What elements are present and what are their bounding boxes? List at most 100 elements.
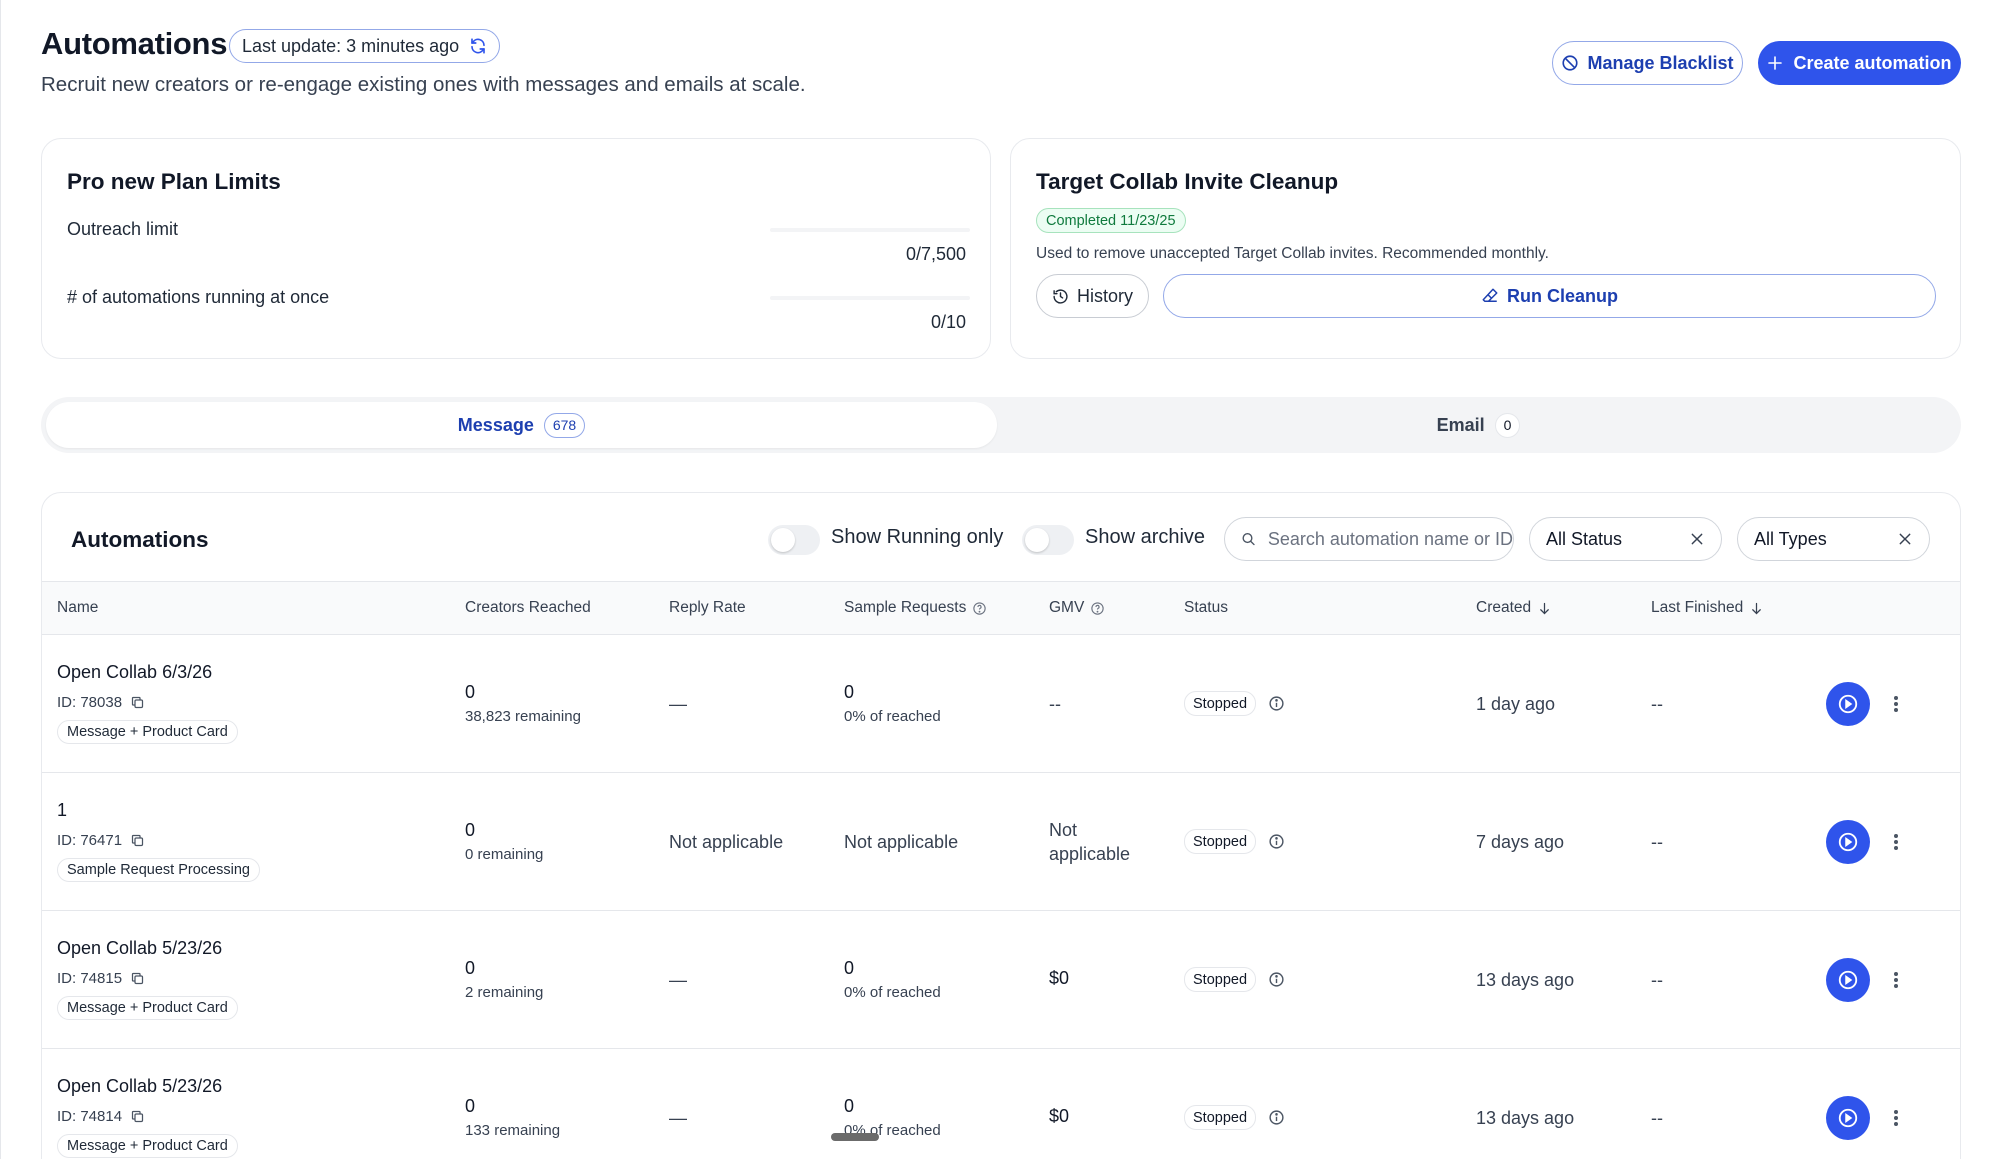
start-automation-button[interactable]	[1826, 958, 1870, 1002]
gmv-value-line1: Not	[1049, 820, 1078, 840]
type-filter-select[interactable]: All Types	[1737, 517, 1930, 561]
last-finished-value: --	[1651, 832, 1663, 852]
creators-reached-value: 0	[465, 682, 476, 702]
start-automation-button[interactable]	[1826, 1096, 1870, 1140]
automations-page: Automations Last update: 3 minutes ago R…	[0, 0, 2000, 1159]
close-icon[interactable]	[1689, 531, 1705, 547]
col-name-label: Name	[57, 599, 99, 616]
copy-icon[interactable]	[130, 1109, 145, 1124]
table-row[interactable]: Open Collab 5/23/26 ID: 74815 Message + …	[42, 911, 1960, 1049]
col-creators-reached: Creators Reached	[465, 599, 591, 617]
show-archive-toggle[interactable]	[1022, 525, 1074, 555]
show-running-toggle[interactable]	[768, 525, 820, 555]
ban-icon	[1562, 55, 1579, 71]
status-badge: Stopped	[1184, 691, 1257, 716]
info-icon[interactable]	[1268, 695, 1285, 712]
copy-icon[interactable]	[130, 833, 145, 848]
cleanup-card: Target Collab Invite Cleanup Completed 1…	[1010, 138, 1961, 359]
col-status-label: Status	[1184, 599, 1228, 616]
search-icon	[1242, 533, 1255, 546]
tab-message[interactable]: Message 678	[46, 402, 997, 448]
show-archive-label: Show archive	[1085, 526, 1206, 548]
more-options-icon[interactable]	[1891, 831, 1901, 853]
last-update-text: Last update: 3 minutes ago	[242, 35, 460, 56]
automation-name[interactable]: Open Collab 5/23/26	[57, 938, 222, 959]
show-running-label: Show Running only	[831, 526, 1004, 548]
search-placeholder: Search automation name or ID	[1267, 528, 1513, 549]
more-options-icon[interactable]	[1891, 1107, 1901, 1129]
col-name: Name	[57, 599, 98, 617]
automation-type-tag: Message + Product Card	[57, 720, 238, 744]
outreach-limit-label: Outreach limit	[67, 219, 179, 239]
automation-id-text: ID: 78038	[57, 694, 123, 711]
more-options-icon[interactable]	[1891, 693, 1901, 715]
plan-limits-title: Pro new Plan Limits	[67, 169, 281, 194]
col-gmv-label: GMV	[1049, 599, 1085, 616]
col-samples-label: Sample Requests	[844, 599, 967, 616]
info-icon[interactable]	[1268, 1109, 1285, 1126]
help-icon[interactable]	[1090, 601, 1105, 616]
automation-id-text: ID: 74814	[57, 1108, 123, 1125]
tab-email[interactable]: Email 0	[1001, 402, 1956, 448]
close-icon[interactable]	[1897, 531, 1913, 547]
play-circle-icon	[1838, 832, 1858, 852]
automation-name[interactable]: Open Collab 5/23/26	[57, 1076, 222, 1097]
sort-down-icon[interactable]	[1749, 601, 1764, 616]
table-title: Automations	[71, 527, 209, 552]
outreach-limit-bar	[770, 228, 970, 232]
info-icon[interactable]	[1268, 833, 1285, 850]
play-circle-icon	[1838, 1108, 1858, 1128]
play-circle-icon	[1838, 694, 1858, 714]
automation-type-tag: Message + Product Card	[57, 996, 238, 1020]
status-badge: Stopped	[1184, 967, 1257, 992]
col-status: Status	[1184, 599, 1228, 617]
more-options-icon[interactable]	[1891, 969, 1901, 991]
sample-requests-value: 0	[844, 682, 855, 702]
copy-icon[interactable]	[130, 971, 145, 986]
tab-message-count: 678	[543, 412, 586, 438]
automations-table-panel: Automations Show Running only Show archi…	[41, 492, 1961, 1159]
scroll-indicator[interactable]	[831, 1133, 879, 1141]
col-reply-rate: Reply Rate	[669, 599, 746, 617]
running-limit-bar	[770, 296, 970, 300]
running-limit-value: 0/10	[930, 312, 966, 332]
status-filter-select[interactable]: All Status	[1529, 517, 1722, 561]
automation-id: ID: 74814	[57, 1108, 145, 1125]
search-input[interactable]: Search automation name or ID	[1224, 517, 1514, 561]
info-icon[interactable]	[1268, 971, 1285, 988]
created-value: 13 days ago	[1476, 1108, 1575, 1128]
reply-rate-value: Not applicable	[669, 832, 784, 852]
col-sample-requests: Sample Requests	[844, 599, 987, 617]
sort-down-icon[interactable]	[1537, 601, 1552, 616]
table-row[interactable]: Open Collab 5/23/26 ID: 74814 Message + …	[42, 1049, 1960, 1159]
col-reply-label: Reply Rate	[669, 599, 746, 616]
col-gmv: GMV	[1049, 599, 1105, 617]
play-circle-icon	[1838, 970, 1858, 990]
type-filter-value: All Types	[1754, 528, 1827, 549]
refresh-icon[interactable]	[469, 37, 487, 55]
start-automation-button[interactable]	[1826, 820, 1870, 864]
col-created[interactable]: Created	[1476, 599, 1552, 617]
copy-icon[interactable]	[130, 695, 145, 710]
last-update-pill[interactable]: Last update: 3 minutes ago	[229, 29, 501, 63]
tab-email-count: 0	[1494, 412, 1521, 438]
history-button[interactable]: History	[1036, 274, 1149, 318]
help-icon[interactable]	[972, 601, 987, 616]
run-cleanup-button[interactable]: Run Cleanup	[1163, 274, 1936, 318]
creators-remaining: 2 remaining	[465, 984, 544, 1001]
plan-limits-card: Pro new Plan Limits Outreach limit 0/7,5…	[41, 138, 991, 359]
tab-email-label: Email	[1436, 414, 1485, 435]
start-automation-button[interactable]	[1826, 682, 1870, 726]
col-last-finished[interactable]: Last Finished	[1651, 599, 1764, 617]
reply-rate-value: —	[669, 970, 687, 990]
status-badge: Stopped	[1184, 1105, 1257, 1130]
create-automation-button[interactable]: Create automation	[1758, 41, 1961, 85]
automation-name[interactable]: Open Collab 6/3/26	[57, 662, 212, 683]
history-icon	[1053, 288, 1068, 304]
last-finished-value: --	[1651, 694, 1663, 714]
table-row[interactable]: Open Collab 6/3/26 ID: 78038 Message + P…	[42, 635, 1960, 773]
automation-name[interactable]: 1	[57, 800, 67, 821]
manage-blacklist-button[interactable]: Manage Blacklist	[1552, 41, 1743, 85]
creators-reached-value: 0	[465, 958, 476, 978]
table-row[interactable]: 1 ID: 76471 Sample Request Processing 0 …	[42, 773, 1960, 911]
